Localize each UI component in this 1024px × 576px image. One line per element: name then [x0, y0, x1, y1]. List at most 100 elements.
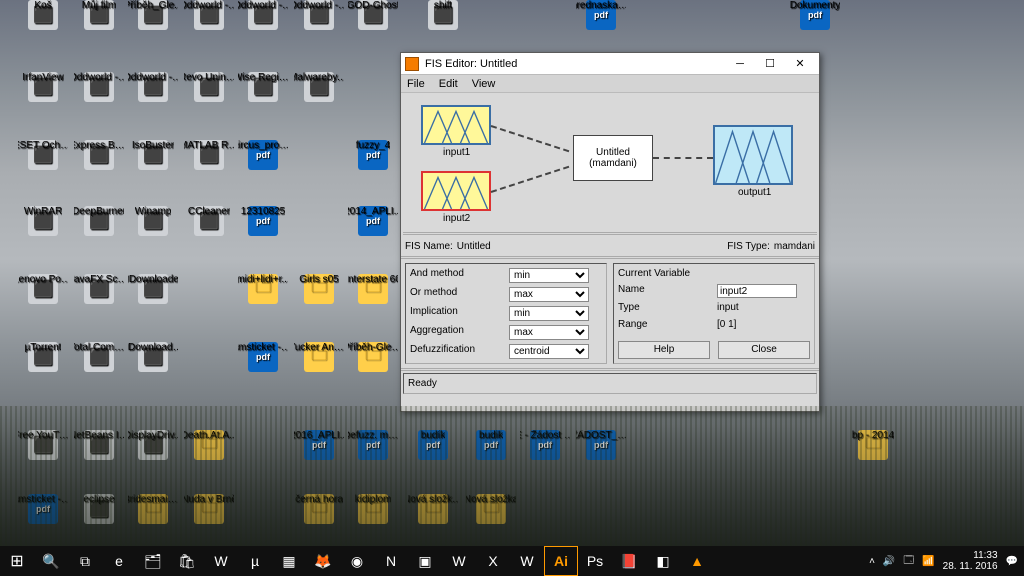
desktop-icon[interactable]: Express Burn Disc Burni... — [74, 140, 124, 170]
desktop-icon[interactable]: Revo Uninstaller — [184, 72, 234, 102]
desktop-icon[interactable]: Free YouTube ... — [18, 430, 68, 460]
battery-icon[interactable]: 🗔 — [903, 553, 914, 570]
store-icon[interactable]: 🛍 — [170, 546, 204, 576]
excel-taskbar-icon[interactable]: X — [476, 546, 510, 576]
desktop-icon[interactable]: Oddworld - New 'n' Tasty — [294, 0, 344, 30]
desktop-icon[interactable]: IrfanView — [18, 72, 68, 102]
minimize-button[interactable]: ─ — [725, 55, 755, 73]
desktop-icon[interactable]: GOD-Ghost — [348, 0, 398, 30]
desktop-icon[interactable]: circus_prob... — [238, 140, 288, 170]
desktop-icon[interactable]: budík — [408, 430, 458, 460]
desktop-icon[interactable]: Dokumenty — [790, 0, 840, 30]
desktop-icon[interactable]: MATLAB R2014a — [184, 140, 234, 170]
desktop-icon[interactable]: Oddworld - Strangers ... — [238, 0, 288, 30]
desktop-icon[interactable]: DeepBurner — [74, 206, 124, 236]
utorrent-taskbar-icon[interactable]: µ — [238, 546, 272, 576]
desktop-icon[interactable]: IsoBuster — [128, 140, 178, 170]
system-tray[interactable]: ˄ 🔊 🗔 📶 11:33 28. 11. 2016 💬 — [869, 550, 1024, 572]
clock[interactable]: 11:33 28. 11. 2016 — [943, 550, 998, 572]
task-view-icon[interactable]: ⧉ — [68, 546, 102, 576]
wifi-icon[interactable]: 📶 — [922, 556, 934, 567]
desktop-icon[interactable]: JavaFX Scene Builder 2.0 — [74, 274, 124, 304]
matlab-taskbar-icon[interactable]: ▲ — [680, 546, 714, 576]
desktop-icon[interactable]: Nová složka — [466, 494, 516, 524]
or-method-select[interactable]: max — [509, 287, 589, 302]
desktop-icon[interactable]: fuzzy_4 — [348, 140, 398, 170]
close-panel-button[interactable]: Close — [718, 341, 810, 359]
winamp-taskbar-icon[interactable]: W — [204, 546, 238, 576]
desktop-icon[interactable]: CCleaner — [184, 206, 234, 236]
desktop-icon[interactable]: 12310825 — [238, 206, 288, 236]
help-button[interactable]: Help — [618, 341, 710, 359]
photoshop-taskbar-icon[interactable]: Ps — [578, 546, 612, 576]
desktop-icon[interactable]: smsticket - MiG 21 - t... — [18, 494, 68, 524]
tray-up-icon[interactable]: ˄ — [869, 556, 875, 567]
desktop-icon[interactable]: budik — [466, 430, 516, 460]
desktop-icon[interactable]: ESET Ochrana b... — [18, 140, 68, 170]
maximize-button[interactable]: ☐ — [755, 55, 785, 73]
desktop-icon[interactable]: Nová složka (2) — [408, 494, 458, 524]
pdfviewer-taskbar-icon[interactable]: 📕 — [612, 546, 646, 576]
chrome-taskbar-icon[interactable]: ◉ — [340, 546, 374, 576]
implication-select[interactable]: min — [509, 306, 589, 321]
desktop-icon[interactable]: ŽÁDOST_O... — [576, 430, 626, 460]
desktop-icon[interactable]: shift — [418, 0, 468, 30]
desktop-icon[interactable]: 2016_APLI... — [294, 430, 344, 460]
desktop-icon[interactable]: NetBeans IDE 8.0.2 — [74, 430, 124, 460]
desktop-icon[interactable]: Příběh_Gle... — [128, 0, 178, 30]
and-method-select[interactable]: min — [509, 268, 589, 283]
firefox-taskbar-icon[interactable]: 🦊 — [306, 546, 340, 576]
defuzz-select[interactable]: centroid — [509, 344, 589, 359]
menu-edit[interactable]: Edit — [439, 78, 458, 90]
desktop-icon[interactable]: Příběh-Gle...-Mann-195... — [348, 342, 398, 372]
desktop-icon[interactable]: E - Žádost o změnu zá... — [520, 430, 570, 460]
desktop-icon[interactable]: prednaska_... — [576, 0, 626, 30]
curvar-name-input[interactable] — [717, 284, 797, 298]
desktop-icon[interactable]: černá hora — [294, 494, 344, 524]
desktop-icon[interactable]: bp - 2014 — [848, 430, 898, 460]
search-icon[interactable]: 🔍 — [34, 546, 68, 576]
desktop-icon[interactable]: JDownloader — [128, 274, 178, 304]
explorer-icon[interactable]: 🗂 — [136, 546, 170, 576]
word-taskbar-icon[interactable]: W — [442, 546, 476, 576]
desktop-icon[interactable]: Oddworld - Munchs ... — [184, 0, 234, 30]
desktop-icon[interactable]: JDownloader 2 — [128, 342, 178, 372]
desktop-icon[interactable]: eclipse — [74, 494, 124, 524]
input2-box[interactable] — [421, 171, 491, 211]
word2-taskbar-icon[interactable]: W — [510, 546, 544, 576]
desktop-icon[interactable]: Malwareby... Anti-Malw... — [294, 72, 344, 102]
desktop-icon[interactable]: 2014_APLI... — [348, 206, 398, 236]
desktop-icon[interactable]: Lenovo PowerDVD 10 — [18, 274, 68, 304]
terminal-taskbar-icon[interactable]: ▣ — [408, 546, 442, 576]
desktop-icon[interactable]: Tucker And Dale vs Evil... — [294, 342, 344, 372]
desktop-icon[interactable]: Total Commander — [74, 342, 124, 372]
desktop-icon[interactable]: Oddworld - Abes Odd... — [74, 72, 124, 102]
output1-box[interactable] — [713, 125, 793, 185]
aggregation-select[interactable]: max — [509, 325, 589, 340]
desktop-icon[interactable]: kidiplom — [348, 494, 398, 524]
desktop-icon[interactable]: Wise Registry Cleaner — [238, 72, 288, 102]
edge-icon[interactable]: e — [102, 546, 136, 576]
desktop-icon[interactable]: DisplayDriv... — [128, 430, 178, 460]
volume-icon[interactable]: 🔊 — [883, 556, 895, 567]
notepadpp-taskbar-icon[interactable]: N — [374, 546, 408, 576]
desktop-icon[interactable]: Bridesmaids (2011) — [128, 494, 178, 524]
desktop-icon[interactable]: Koš — [18, 0, 68, 30]
menu-file[interactable]: File — [407, 78, 425, 90]
desktop-icon[interactable]: midi+lidi+r... — [238, 274, 288, 304]
close-button[interactable]: ✕ — [785, 55, 815, 73]
desktop-icon[interactable]: smsticket - Midi Lidi — [238, 342, 288, 372]
desktop-icon[interactable]: Defuzz. metody — [348, 430, 398, 460]
desktop-icon[interactable]: Girls s05 — [294, 274, 344, 304]
desktop-icon[interactable]: WinRAR — [18, 206, 68, 236]
desktop-icon[interactable]: Interstate 60 — [348, 274, 398, 304]
start-button[interactable]: ⊞ — [0, 546, 34, 576]
action-center-icon[interactable]: 💬 — [1006, 556, 1018, 567]
desktop-icon[interactable]: Nuda v Brně — [184, 494, 234, 524]
illustrator-taskbar-icon[interactable]: Ai — [544, 546, 578, 576]
desktop-icon[interactable]: Death.At.A... — [184, 430, 234, 460]
desktop-icon[interactable]: Můj film — [74, 0, 124, 30]
desktop-icon[interactable]: Oddworld - Abes Exo... — [128, 72, 178, 102]
desktop-icon[interactable]: µTorrent — [18, 342, 68, 372]
netbeans-taskbar-icon[interactable]: ◧ — [646, 546, 680, 576]
